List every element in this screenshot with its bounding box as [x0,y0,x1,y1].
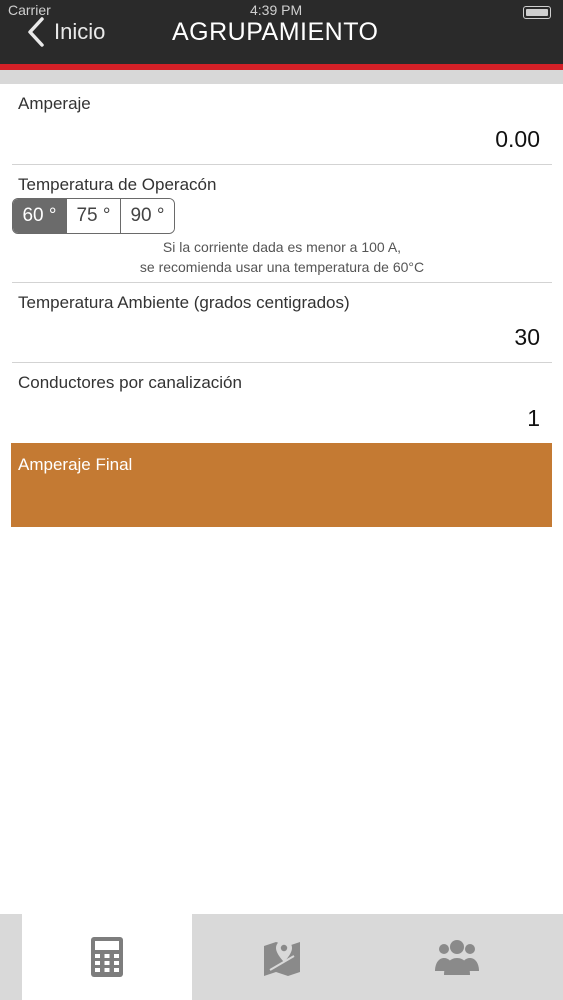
page-title: AGRUPAMIENTO [172,18,379,46]
tab-map[interactable] [192,914,372,1000]
amperaje-input[interactable]: 0.00 [495,126,540,153]
temperatura-operacion-label: Temperatura de Operacón [18,175,217,194]
conductores-input[interactable]: 1 [527,405,540,432]
battery-icon [523,6,551,19]
back-button[interactable]: Inicio [26,16,105,48]
segment-60[interactable]: 60 ° [13,199,67,233]
amperaje-final-label: Amperaje Final [18,455,133,474]
temperature-hint-line2: se recomienda usar una temperatura de 60… [139,259,425,275]
tab-bar [0,914,563,1000]
amperaje-label: Amperaje [18,94,91,113]
back-label: Inicio [54,19,106,44]
conductores-label: Conductores por canalización [18,373,242,392]
tab-team[interactable] [372,914,542,1000]
tab-calculator[interactable] [22,914,192,1000]
temperatura-operacion-row: Temperatura de Operacón 60 ° 75 ° 90 ° S… [12,165,552,283]
navigation-bar: Carrier 4:39 PM Inicio AGRUPAMIENTO [0,0,563,64]
temperatura-ambiente-input[interactable]: 30 [514,324,540,351]
map-pin-icon [264,940,300,976]
segment-90[interactable]: 90 ° [121,199,174,233]
chevron-left-icon [28,17,44,47]
temperatura-ambiente-row[interactable]: Temperatura Ambiente (grados centigrados… [12,283,552,363]
temperature-hint-line1: Si la corriente dada es menor a 100 A, [162,239,402,255]
section-spacer [0,70,563,84]
conductores-row[interactable]: Conductores por canalización 1 [12,363,552,442]
temperature-segmented-control[interactable]: 60 ° 75 ° 90 ° [12,198,175,234]
segment-75[interactable]: 75 ° [67,199,121,233]
amperaje-row[interactable]: Amperaje 0.00 [12,84,552,165]
calculator-icon [91,937,123,977]
group-icon [435,940,479,975]
amperaje-final-panel: Amperaje Final [11,443,552,527]
temperatura-ambiente-label: Temperatura Ambiente (grados centigrados… [18,293,350,312]
status-time: 4:39 PM [250,2,303,18]
